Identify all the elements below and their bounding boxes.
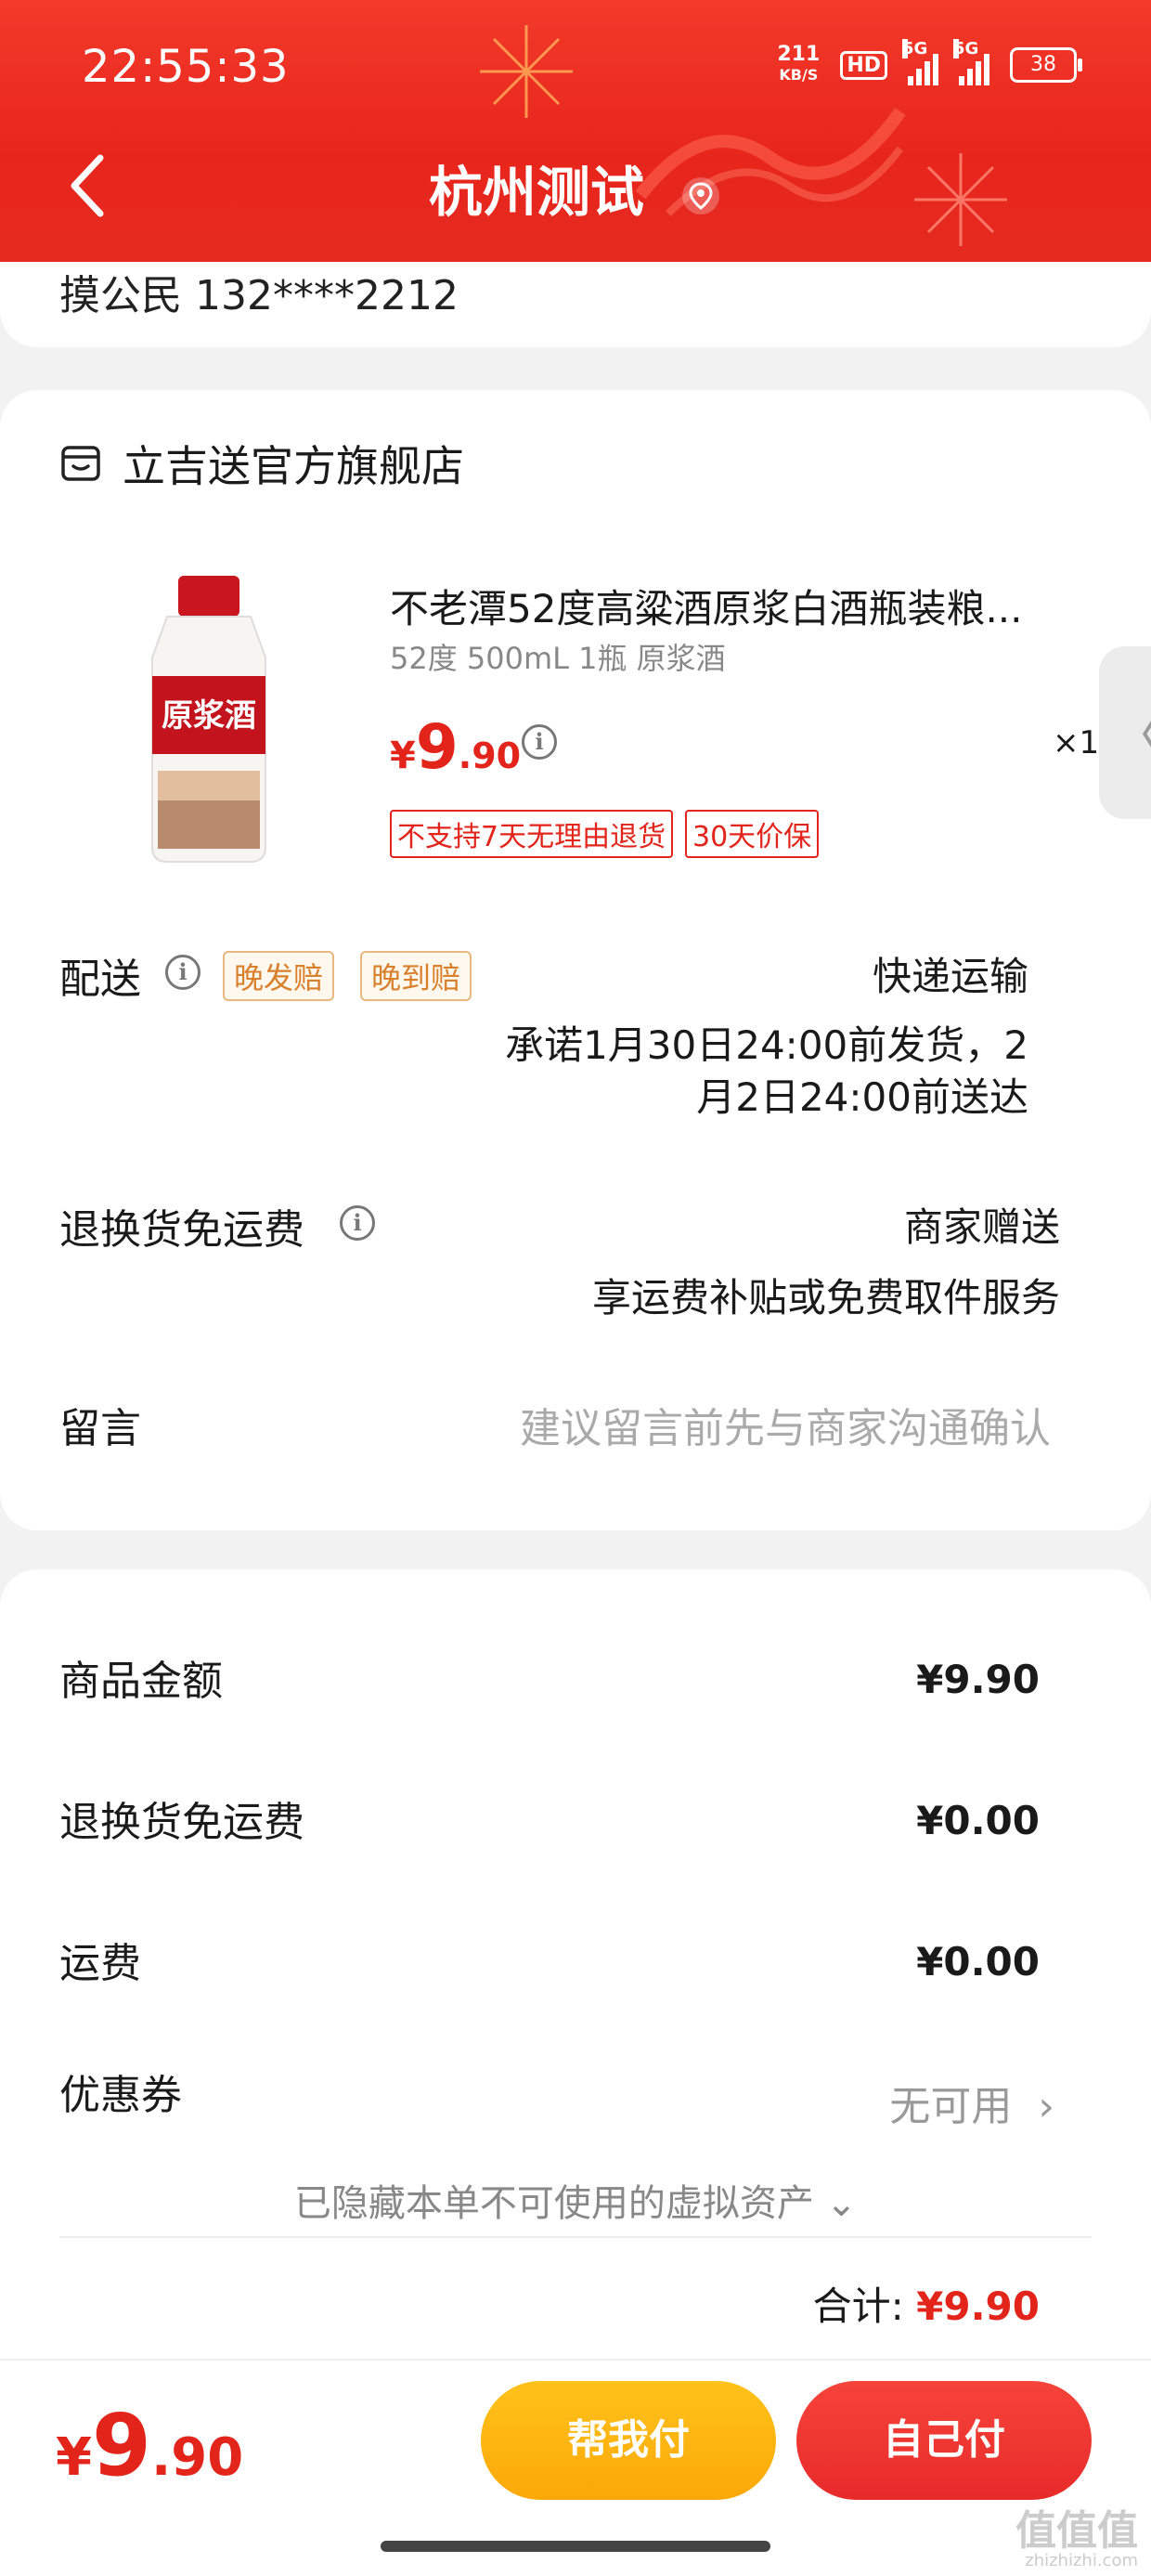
hd-icon: HD (840, 50, 887, 80)
product-quantity: ×1 (1053, 724, 1100, 761)
liquor-bottle-image: 原浆酒 (151, 576, 266, 863)
product-title[interactable]: 不老潭52度高粱酒原浆白酒瓶装粮... (390, 578, 1067, 634)
address-name-phone: 摸公民 132****2212 (59, 272, 459, 319)
firework-decoration (480, 25, 573, 118)
self-pay-button[interactable]: 自己付 (796, 2381, 1092, 2500)
message-label: 留言 (59, 1405, 141, 1452)
help-pay-button[interactable]: 帮我付 (481, 2381, 776, 2500)
net-speed: 211 KB/S (777, 43, 821, 85)
return-shipping-label: 退换货免运费 (59, 1206, 304, 1254)
coupon-selector[interactable]: 无可用 › (889, 2073, 1054, 2132)
store-icon (61, 446, 100, 481)
price-info-icon[interactable]: i (522, 724, 557, 760)
late-ship-badge: 晚发赔 (223, 951, 335, 1001)
return-shipping-desc: 享运费补贴或免费取件服务 (591, 1275, 1060, 1321)
shipping-label: 运费 (59, 1940, 141, 1987)
delivery-promise-line1: 承诺1月30日24:00前发货，2 (505, 1022, 1028, 1068)
shipping-value: ¥0.00 (916, 1939, 1040, 1984)
delivery-method[interactable]: 快递运输 (873, 945, 1028, 1002)
message-input[interactable]: 建议留言前先与商家沟通确认 (520, 1395, 1051, 1454)
watermark: 值值值 zhizhizhi.com (1015, 2507, 1138, 2570)
return-free-value: ¥0.00 (916, 1798, 1040, 1843)
store-name: 立吉送官方旗舰店 (123, 441, 464, 491)
home-indicator[interactable] (381, 2541, 770, 2552)
battery-icon: 38 (1010, 47, 1082, 83)
order-total: 合计: ¥9.90 (812, 2283, 1040, 2329)
goods-amount-value: ¥9.90 (916, 1657, 1040, 1702)
chevron-right-icon: › (1038, 2083, 1054, 2130)
coupon-label: 优惠券 (59, 2072, 182, 2119)
order-card: 立吉送官方旗舰店 原浆酒 不老潭52度高粱酒原浆白酒瓶装粮... 52度 500… (0, 390, 1151, 1530)
bottom-total-price: ¥9.90 (56, 2396, 244, 2495)
hidden-assets-toggle[interactable]: 已隐藏本单不可使用的虚拟资产 ⌄ (0, 2173, 1151, 2227)
return-free-label: 退换货免运费 (59, 1799, 304, 1846)
status-time: 22:55:33 (82, 41, 290, 93)
late-arrive-badge: 晚到赔 (360, 951, 472, 1001)
location-pin-icon (682, 176, 720, 215)
delivery-info-icon[interactable]: i (165, 955, 200, 990)
bottle-label-text: 原浆酒 (162, 697, 256, 735)
address-card[interactable]: 摸公民 132****2212 (0, 262, 1151, 347)
price-protect-tag: 30天价保 (685, 810, 820, 858)
goods-amount-label: 商品金额 (59, 1658, 223, 1705)
status-icons: 211 KB/S HD 5G 5G 38 (777, 39, 1082, 85)
delivery-promise-line2: 月2日24:00前送达 (696, 1074, 1028, 1120)
product-spec: 52度 500mL 1瓶 原浆酒 (390, 641, 726, 676)
signal-icon: 5G (953, 39, 989, 85)
product-image[interactable]: 原浆酒 (121, 572, 297, 867)
product-price: ¥9.90 (390, 711, 522, 783)
header-bar: 22:55:33 211 KB/S HD 5G 5G 38 杭州测试 (0, 0, 1151, 262)
signal-icon: 5G (902, 39, 938, 85)
delivery-label: 配送 (59, 956, 141, 1003)
divider (59, 2236, 1092, 2238)
chevron-left-icon: 〈 (1112, 695, 1151, 770)
return-shipping-value: 商家赠送 (903, 1204, 1060, 1250)
return-info-icon[interactable]: i (340, 1205, 375, 1241)
store-header[interactable]: 立吉送官方旗舰店 (59, 433, 464, 494)
no-return-tag: 不支持7天无理由退货 (390, 810, 674, 858)
chevron-down-icon: ⌄ (825, 2182, 858, 2225)
side-drawer-handle[interactable]: 〈 (1099, 646, 1151, 819)
page-title[interactable]: 杭州测试 (0, 149, 1151, 227)
summary-card: 商品金额 ¥9.90 退换货免运费 ¥0.00 运费 ¥0.00 优惠券 (0, 1569, 1151, 2359)
